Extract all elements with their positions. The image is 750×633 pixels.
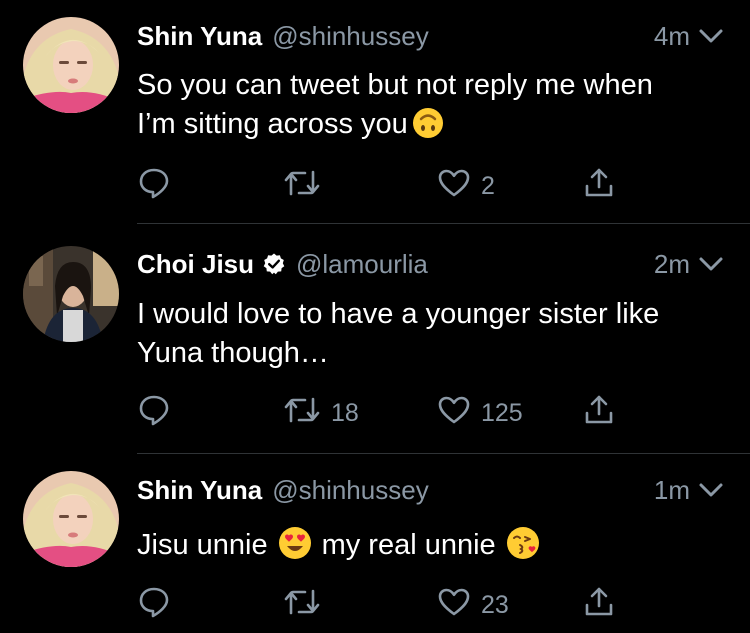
tweet-time[interactable]: 4m (654, 21, 690, 52)
tweet-text-fragment: I’m sitting across you (137, 108, 408, 140)
author-name[interactable]: Shin Yuna (137, 475, 262, 506)
tweet-header: Choi Jisu @lamourlia 2m (137, 246, 724, 282)
heart-icon (437, 586, 471, 625)
retweet-icon (283, 585, 321, 626)
retweet-count: 18 (331, 398, 359, 427)
author-handle[interactable]: @shinhussey (272, 475, 428, 506)
author-name[interactable]: Shin Yuna (137, 21, 262, 52)
reply-icon (137, 393, 171, 434)
tweet[interactable]: Choi Jisu @lamourlia 2m I would love to … (0, 224, 750, 454)
upside-down-face-emoji-icon (412, 107, 444, 150)
share-button[interactable] (583, 166, 615, 206)
share-icon (583, 166, 615, 207)
like-button[interactable]: 23 (437, 585, 509, 625)
retweet-icon (283, 166, 321, 207)
chevron-down-icon[interactable] (698, 254, 724, 274)
reply-icon (137, 585, 171, 626)
avatar[interactable] (23, 471, 119, 567)
tweet-text: Jisu unnie my real unnie (137, 526, 726, 571)
tweet-text: So you can tweet but not reply me when I… (137, 66, 726, 150)
retweet-icon (283, 393, 321, 434)
reply-icon (137, 166, 171, 207)
tweet-header: Shin Yuna @shinhussey 1m (137, 472, 724, 508)
tweet-time[interactable]: 1m (654, 475, 690, 506)
chevron-down-icon[interactable] (698, 480, 724, 500)
author-handle[interactable]: @lamourlia (296, 249, 428, 280)
tweet-text-fragment: Jisu unnie (137, 529, 268, 561)
author-name[interactable]: Choi Jisu (137, 249, 254, 280)
tweet-feed: Shin Yuna @shinhussey 4m So you can twee… (0, 0, 750, 633)
chevron-down-icon[interactable] (698, 26, 724, 46)
share-button[interactable] (583, 585, 615, 625)
tweet[interactable]: Shin Yuna @shinhussey 1m Jisu unnie my r… (0, 454, 750, 633)
like-count: 23 (481, 590, 509, 619)
like-button[interactable]: 2 (437, 166, 495, 206)
author-handle[interactable]: @shinhussey (272, 21, 428, 52)
tweet-actions: 18 125 (137, 393, 637, 433)
tweet-header: Shin Yuna @shinhussey 4m (137, 18, 724, 54)
tweet-text-line: So you can tweet but not reply me when (137, 69, 653, 101)
reply-button[interactable] (137, 585, 171, 625)
retweet-button[interactable] (283, 166, 331, 206)
tweet[interactable]: Shin Yuna @shinhussey 4m So you can twee… (0, 0, 750, 224)
tweet-text-line: Yuna though… (137, 337, 329, 369)
heart-icon (437, 167, 471, 206)
retweet-button[interactable] (283, 585, 331, 625)
share-icon (583, 585, 615, 626)
tweet-text: I would love to have a younger sister li… (137, 295, 726, 373)
verified-badge-icon (262, 252, 286, 276)
face-blowing-kiss-emoji-icon (506, 526, 540, 571)
like-count: 2 (481, 171, 495, 200)
reply-button[interactable] (137, 166, 171, 206)
retweet-button[interactable]: 18 (283, 393, 359, 433)
share-icon (583, 393, 615, 434)
avatar[interactable] (23, 17, 119, 113)
like-count: 125 (481, 398, 523, 427)
like-button[interactable]: 125 (437, 393, 523, 433)
tweet-text-line: I would love to have a younger sister li… (137, 298, 660, 330)
tweet-text-fragment: my real unnie (321, 529, 496, 561)
share-button[interactable] (583, 393, 615, 433)
tweet-time[interactable]: 2m (654, 249, 690, 280)
tweet-actions: 23 (137, 585, 637, 625)
heart-eyes-face-emoji-icon (278, 526, 312, 571)
reply-button[interactable] (137, 393, 171, 433)
avatar[interactable] (23, 246, 119, 342)
tweet-actions: 2 (137, 166, 637, 206)
tweet-text-line: I’m sitting across you (137, 105, 726, 150)
heart-icon (437, 394, 471, 433)
